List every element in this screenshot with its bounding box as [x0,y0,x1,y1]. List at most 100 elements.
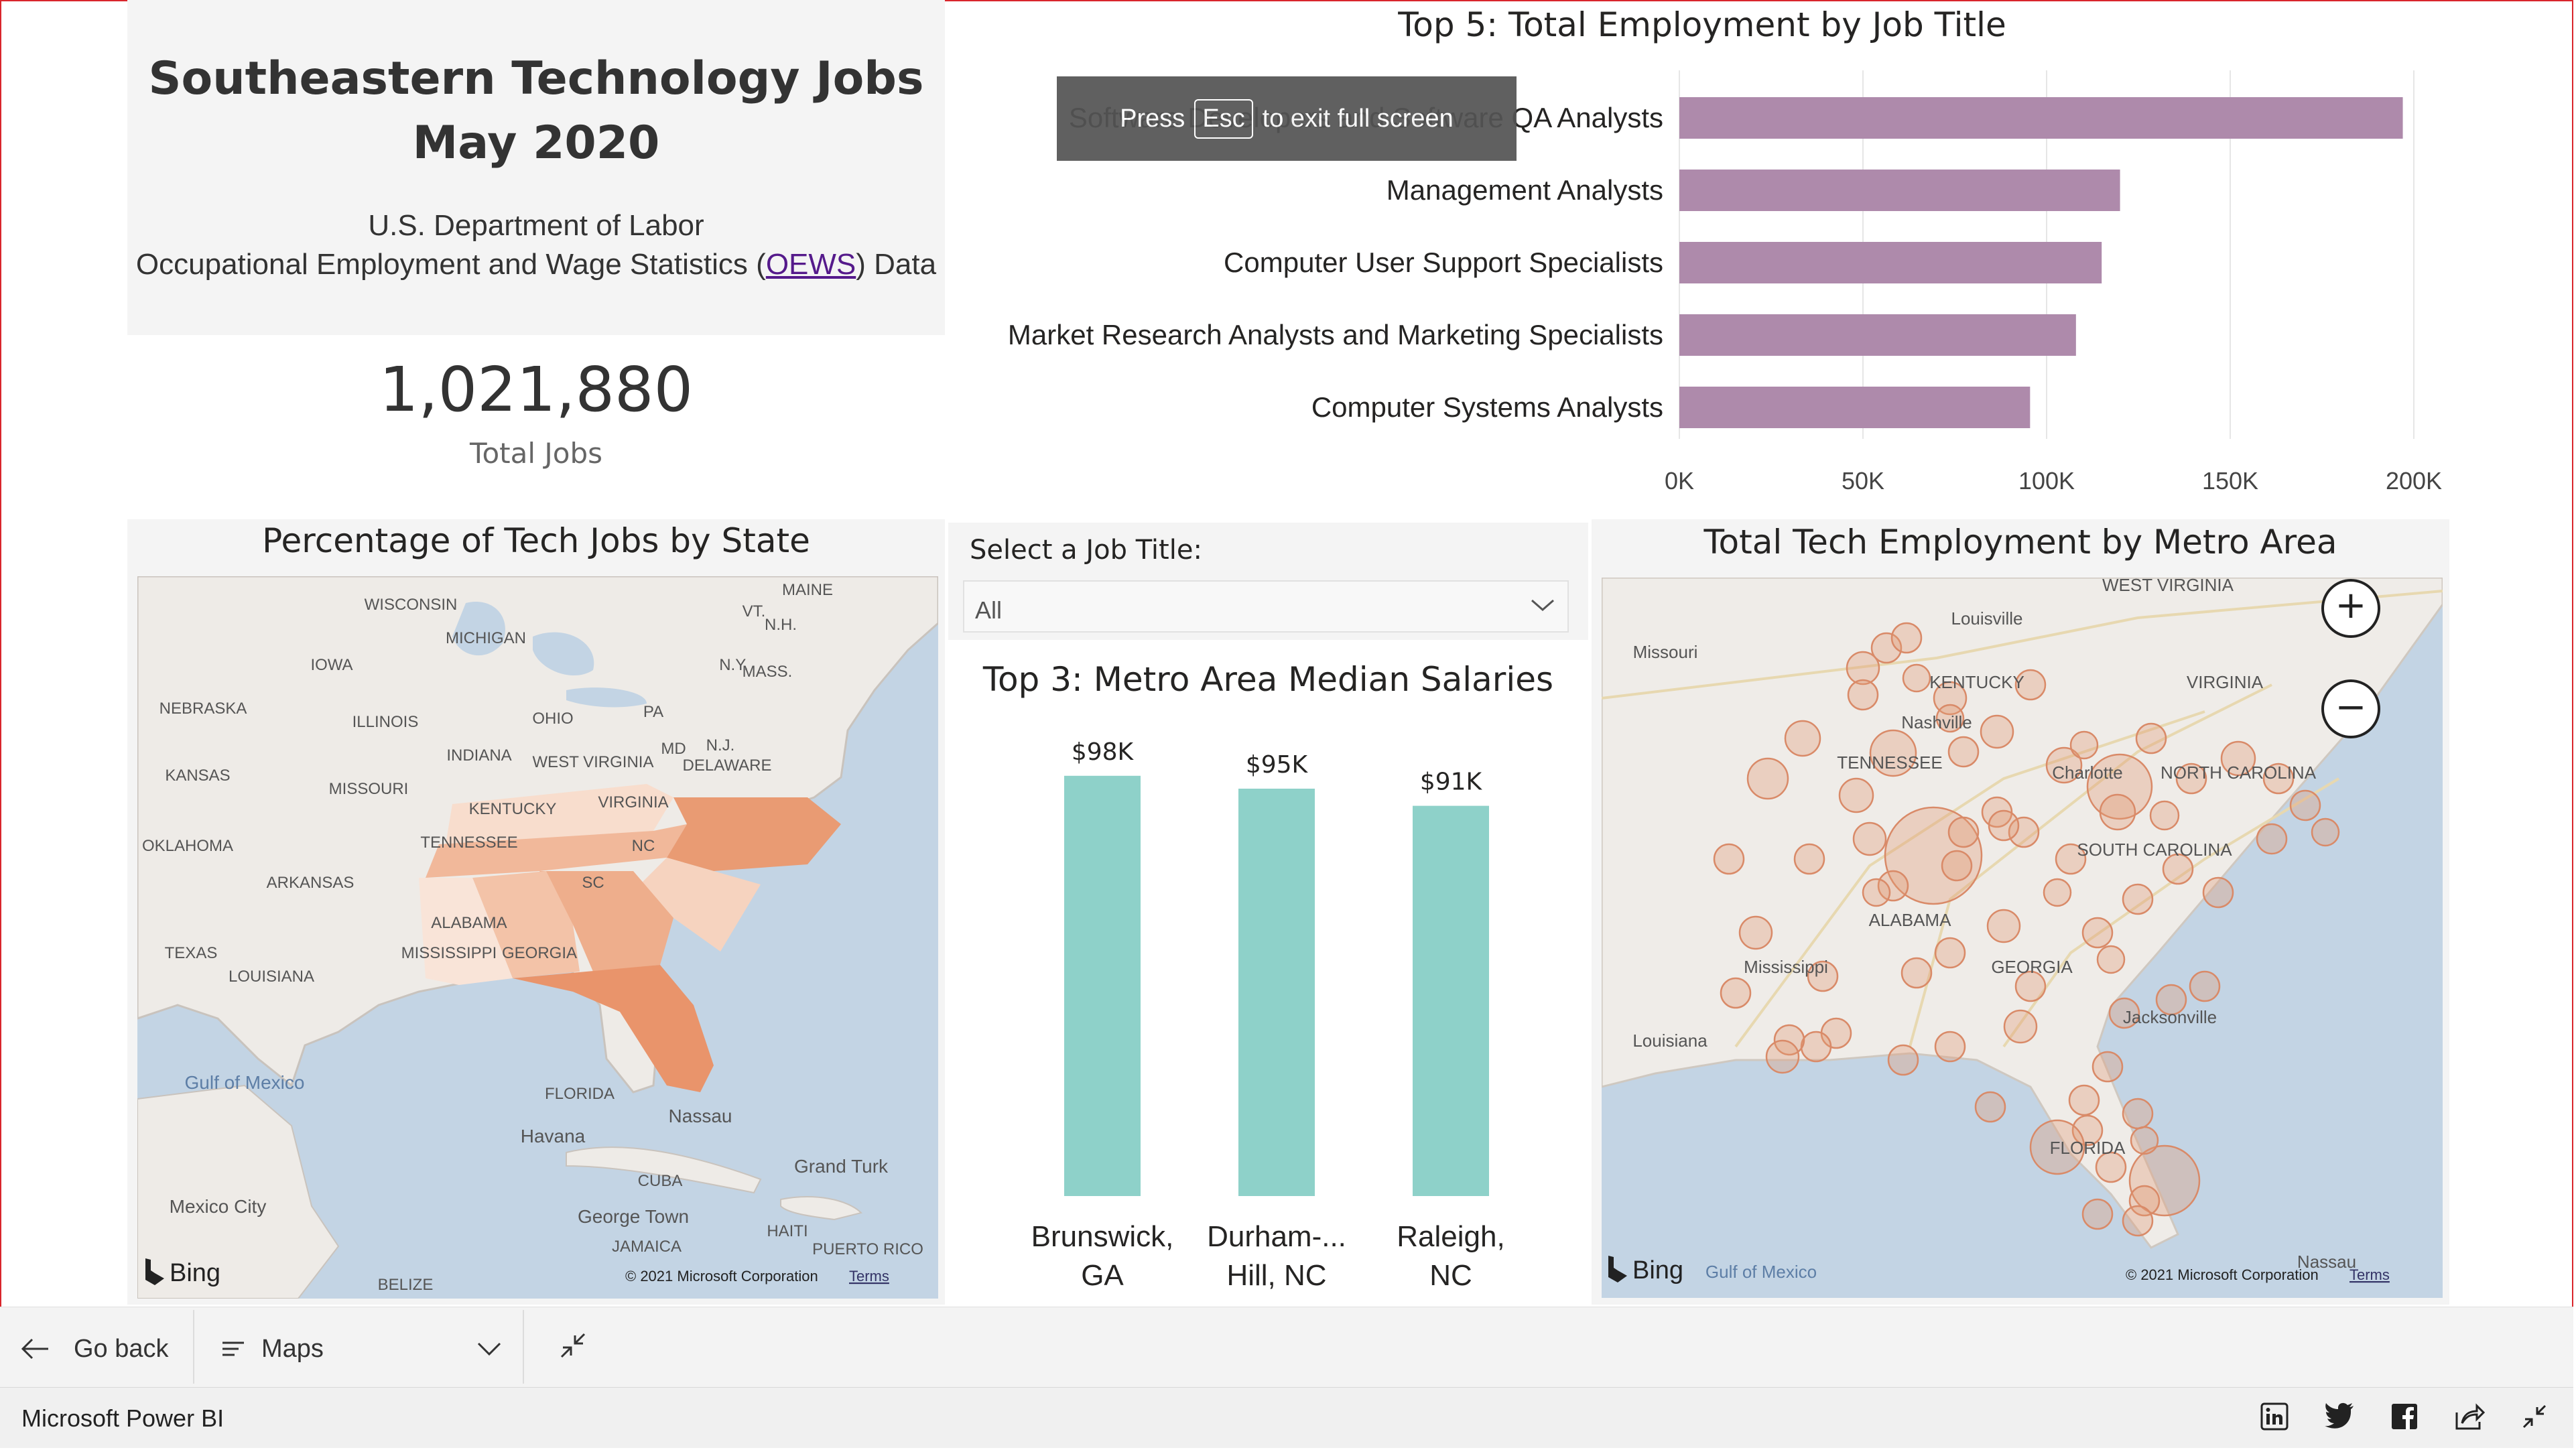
job-title-dropdown[interactable] [963,580,1569,633]
oews-link[interactable]: OEWS [766,248,856,281]
twitter-icon[interactable] [2324,1402,2355,1429]
metro-bubble[interactable] [2081,917,2114,949]
metro-bubble[interactable] [1838,777,1874,813]
status-bar [0,1387,2573,1448]
map-label: MAINE [782,581,833,599]
map-label: Nassau [669,1106,732,1126]
salary-bar[interactable] [1413,805,1489,1196]
metro-bubble[interactable] [1986,909,2021,943]
page-selector-dropdown[interactable]: Maps [221,1329,503,1369]
metro-bubble[interactable] [2289,789,2321,821]
metro-bubble[interactable] [2096,945,2126,974]
metro-bubble[interactable] [2091,1051,2124,1083]
metro-bubble[interactable] [2202,876,2234,909]
metro-bubble[interactable] [1988,809,2020,842]
metro-bubble[interactable] [1887,1044,1919,1076]
linkedin-icon[interactable] [2260,1402,2289,1431]
metro-bubble[interactable] [2068,1084,2100,1116]
map-label: MICHIGAN [446,629,526,647]
metro-bubble[interactable] [2069,730,2099,760]
metro-bubble[interactable] [2256,823,2288,855]
exit-fullscreen-icon[interactable] [556,1329,590,1362]
top5-chart-title: Top 5: Total Employment by Job Title [1398,5,2006,44]
bar[interactable] [1679,170,2120,211]
map-label: JAMAICA [612,1238,682,1256]
metro-bubble[interactable] [1934,937,1966,969]
chevron-down-icon [477,1342,501,1356]
collapse-icon[interactable] [2520,1402,2549,1431]
map-label: ARKANSAS [267,874,355,892]
y-category-label: Market Research Analysts and Marketing S… [1008,319,1663,350]
metro-bubble[interactable] [1901,957,1933,989]
metro-bubble[interactable] [2122,1098,2154,1130]
metro-bubble[interactable] [1793,843,1825,875]
metro-bubble[interactable] [1720,977,1752,1009]
metro-bubble[interactable] [1947,816,1980,848]
y-category-label: Management Analysts [1387,174,1663,206]
bar[interactable] [1679,314,2076,356]
metro-bubble[interactable] [2122,883,2154,915]
metro-bubble[interactable] [1800,1031,1832,1063]
metro-map-label: Charlotte [2052,763,2123,783]
salary-bar[interactable] [1238,789,1315,1196]
metro-bubble[interactable] [1784,720,1821,757]
metro-bubble[interactable] [1765,1039,1800,1074]
metro-bubble[interactable] [2130,1126,2159,1155]
metro-bubble[interactable] [1862,878,1891,907]
metro-bubble[interactable] [2189,970,2221,1002]
metro-map-label: Gulf of Mexico [1705,1262,1817,1282]
map-terms-link[interactable]: Terms [849,1268,889,1284]
metro-bubble[interactable] [1902,663,1931,693]
metro-map[interactable]: WEST VIRGINIA Louisville Missouri KENTUCKY V… [1602,578,2443,1298]
metro-map-terms-link[interactable]: Terms [2349,1266,2390,1283]
bing-label: Bing [170,1259,220,1287]
go-back-label: Go back [74,1334,169,1363]
salary-category-label: Durham-... [1207,1220,1346,1253]
x-tick-label: 150K [2202,467,2258,495]
metro-bubble[interactable] [1847,679,1879,711]
chevron-down-icon[interactable] [1529,595,1556,615]
map-label: BELIZE [378,1276,434,1294]
source-line2-suffix: ) Data [856,248,937,281]
x-tick-label: 0K [1665,467,1694,495]
metro-bubble[interactable] [1852,821,1887,856]
metro-map-label: SOUTH CAROLINA [2077,840,2232,860]
metro-bubble[interactable] [1934,1031,1966,1063]
metro-bubble[interactable] [2149,800,2180,831]
state-map[interactable]: WISCONSINMICHIGANMAINEVT.N.H.IOWA N.Y.MAS… [137,576,938,1299]
metro-bubble[interactable] [1746,757,1789,800]
job-title-dropdown-value: All [975,596,1003,624]
metro-bubble[interactable] [2081,1198,2114,1230]
metro-bubble[interactable] [2122,1205,2154,1237]
zoom-in-button[interactable]: + [2321,579,2380,638]
map-label: CUBA [638,1172,683,1190]
bar[interactable] [1679,97,2403,139]
zoom-out-button[interactable]: − [2321,679,2380,738]
metro-map-copyright: © 2021 Microsoft Corporation [2126,1266,2319,1283]
map-label: DELAWARE [683,756,772,775]
map-label: ILLINOIS [352,713,419,731]
salary-category-label: Brunswick, [1031,1220,1174,1253]
metro-bubble[interactable] [2099,793,2136,831]
salary-bar[interactable] [1064,775,1141,1196]
metro-bubble[interactable] [1738,915,1773,950]
metro-bubble[interactable] [1974,1091,2006,1123]
metro-map-label: GEORGIA [1991,957,2073,977]
metro-bubble[interactable] [1713,843,1745,875]
share-icon[interactable] [2454,1402,2485,1431]
bar[interactable] [1679,387,2031,428]
go-back-button[interactable]: Go back [20,1329,169,1369]
metro-bubble[interactable] [1947,736,1980,768]
metro-bubble[interactable] [2003,1009,2038,1044]
metro-bubble[interactable] [1980,714,2014,749]
x-tick-label: 200K [2386,467,2442,495]
salary-bar-chart[interactable]: $98K Brunswick, GA $95K Durham-... Hill, NC $9… [948,710,1588,1300]
metro-bubble[interactable] [1941,850,1973,882]
metro-bubble[interactable] [2043,878,2072,907]
metro-bubble[interactable] [2311,817,2340,847]
bar[interactable] [1679,242,2102,283]
metro-bubble[interactable] [2135,722,2167,754]
map-label: OHIO [532,710,573,728]
facebook-icon[interactable] [2390,1402,2419,1431]
metro-bubble[interactable] [1890,622,1923,654]
